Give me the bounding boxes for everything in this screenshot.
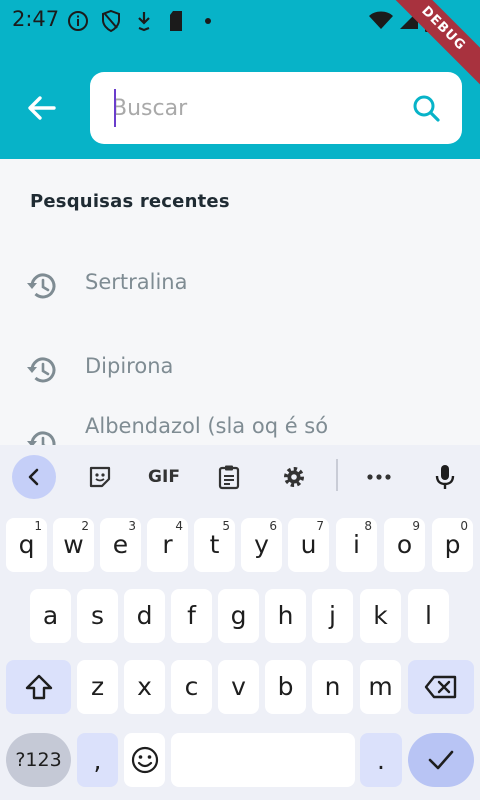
- key-y[interactable]: y6: [241, 518, 282, 572]
- key-w[interactable]: w2: [53, 518, 94, 572]
- settings-button[interactable]: [272, 455, 316, 499]
- info-icon: [68, 11, 88, 31]
- key-q[interactable]: q1: [6, 518, 47, 572]
- backspace-icon: [424, 675, 457, 699]
- symbols-key[interactable]: ?123: [6, 733, 71, 787]
- enter-key[interactable]: [408, 733, 474, 787]
- key-e[interactable]: e3: [100, 518, 141, 572]
- notification-dot-icon: [205, 18, 211, 24]
- key-x[interactable]: x: [124, 660, 165, 714]
- sim-card-icon: [170, 11, 182, 31]
- gear-icon: [284, 467, 304, 487]
- soft-keyboard: GIF q1 w2 e3 r4 t5 y6 u7 i8 o9 p0 a s d …: [0, 445, 480, 800]
- microphone-icon: [435, 465, 455, 489]
- recent-search-label: Dipirona: [85, 354, 174, 378]
- recent-search-item[interactable]: Sertralina: [0, 252, 480, 322]
- chevron-left-icon: [28, 468, 39, 486]
- voice-input-button[interactable]: [423, 455, 467, 499]
- key-z[interactable]: z: [77, 660, 118, 714]
- toolbar-divider: [336, 459, 338, 491]
- sticker-button[interactable]: [78, 455, 122, 499]
- key-i[interactable]: i8: [336, 518, 377, 572]
- recent-search-label: Albendazol (sla oq é só: [85, 414, 329, 438]
- key-p[interactable]: p0: [432, 518, 473, 572]
- period-key[interactable]: .: [360, 733, 402, 787]
- wifi-icon: [369, 11, 393, 29]
- keyboard-collapse-button[interactable]: [12, 455, 56, 499]
- key-o[interactable]: o9: [384, 518, 425, 572]
- key-f[interactable]: f: [171, 589, 212, 643]
- search-box[interactable]: [90, 72, 462, 144]
- key-g[interactable]: g: [218, 589, 259, 643]
- download-icon: [138, 12, 150, 32]
- key-l[interactable]: l: [408, 589, 449, 643]
- key-k[interactable]: k: [360, 589, 401, 643]
- key-m[interactable]: m: [360, 660, 401, 714]
- comma-key[interactable]: ,: [77, 733, 118, 787]
- text-cursor: [114, 89, 116, 127]
- status-time: 2:47: [12, 7, 60, 31]
- key-v[interactable]: v: [218, 660, 259, 714]
- clipboard-button[interactable]: [207, 455, 251, 499]
- key-a[interactable]: a: [30, 589, 71, 643]
- history-icon: [27, 273, 56, 299]
- key-d[interactable]: d: [124, 589, 165, 643]
- shift-icon: [25, 674, 52, 700]
- history-icon: [27, 357, 56, 383]
- search-icon[interactable]: [410, 92, 442, 124]
- more-button[interactable]: [357, 455, 401, 499]
- key-r[interactable]: r4: [147, 518, 188, 572]
- shield-icon: [102, 9, 120, 33]
- search-input[interactable]: [112, 90, 402, 126]
- checkmark-icon: [428, 750, 454, 770]
- back-arrow-icon[interactable]: [22, 90, 62, 126]
- key-b[interactable]: b: [265, 660, 306, 714]
- backspace-key[interactable]: [408, 660, 474, 714]
- sticker-icon: [89, 466, 111, 488]
- key-s[interactable]: s: [77, 589, 118, 643]
- shift-key[interactable]: [6, 660, 71, 714]
- recent-searches-title: Pesquisas recentes: [30, 191, 230, 212]
- emoji-key[interactable]: [124, 733, 165, 787]
- recent-search-label: Sertralina: [85, 270, 188, 294]
- recent-search-item[interactable]: Dipirona: [0, 336, 480, 406]
- key-t[interactable]: t5: [194, 518, 235, 572]
- key-u[interactable]: u7: [288, 518, 329, 572]
- space-key[interactable]: [171, 733, 355, 787]
- key-h[interactable]: h: [265, 589, 306, 643]
- more-horizontal-icon: [367, 474, 391, 480]
- key-c[interactable]: c: [171, 660, 212, 714]
- gif-button[interactable]: GIF: [142, 455, 186, 499]
- key-j[interactable]: j: [312, 589, 353, 643]
- app-bar: 2:47 DEBUG: [0, 0, 480, 159]
- clipboard-icon: [218, 465, 240, 490]
- emoji-icon: [131, 746, 158, 774]
- key-n[interactable]: n: [312, 660, 353, 714]
